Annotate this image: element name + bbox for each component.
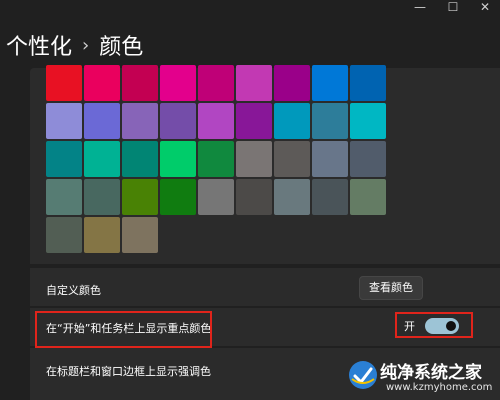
accent-toggle-group: 开: [404, 318, 459, 334]
maximize-button[interactable]: ☐: [438, 0, 468, 18]
watermark-title: 纯净系统之家: [380, 363, 482, 383]
color-swatch[interactable]: [198, 141, 234, 177]
color-swatch[interactable]: [46, 179, 82, 215]
color-swatch[interactable]: [122, 141, 158, 177]
color-swatch[interactable]: [350, 179, 386, 215]
color-swatch[interactable]: [350, 103, 386, 139]
custom-color-row: 自定义颜色: [30, 268, 500, 306]
color-swatch[interactable]: [84, 103, 120, 139]
watermark-url: www.kzmyhome.com: [386, 382, 493, 393]
color-swatch[interactable]: [236, 141, 272, 177]
color-swatch[interactable]: [312, 179, 348, 215]
color-swatch[interactable]: [122, 217, 158, 253]
accent-start-taskbar-toggle[interactable]: [425, 318, 459, 334]
accent-start-taskbar-label: 在“开始”和任务栏上显示重点颜色: [46, 322, 212, 335]
color-swatch[interactable]: [236, 103, 272, 139]
color-swatch[interactable]: [274, 103, 310, 139]
color-swatch[interactable]: [84, 179, 120, 215]
color-swatch[interactable]: [236, 65, 272, 101]
toggle-state-label: 开: [404, 320, 415, 333]
color-swatch[interactable]: [160, 141, 196, 177]
color-swatch[interactable]: [198, 179, 234, 215]
color-swatch[interactable]: [84, 65, 120, 101]
title-bar: — ☐ ✕: [0, 0, 500, 22]
color-swatch[interactable]: [350, 65, 386, 101]
toggle-knob: [446, 321, 456, 331]
breadcrumb-separator-icon: ›: [82, 34, 90, 56]
color-swatch[interactable]: [46, 217, 82, 253]
color-swatch[interactable]: [350, 141, 386, 177]
color-swatch[interactable]: [46, 141, 82, 177]
color-swatch[interactable]: [46, 65, 82, 101]
site-watermark: 纯净系统之家 www.kzmyhome.com: [348, 354, 500, 400]
color-swatch[interactable]: [274, 179, 310, 215]
color-swatch[interactable]: [122, 65, 158, 101]
color-swatch[interactable]: [236, 179, 272, 215]
color-swatch[interactable]: [46, 103, 82, 139]
color-swatch[interactable]: [312, 65, 348, 101]
close-button[interactable]: ✕: [470, 0, 500, 18]
color-swatch[interactable]: [160, 65, 196, 101]
color-swatch[interactable]: [198, 103, 234, 139]
custom-color-label: 自定义颜色: [46, 284, 101, 297]
breadcrumb: 个性化 › 颜色: [6, 28, 143, 62]
minimize-button[interactable]: —: [405, 0, 435, 18]
page-title: 颜色: [99, 35, 144, 60]
color-swatch[interactable]: [84, 141, 120, 177]
color-swatch[interactable]: [122, 179, 158, 215]
color-swatch[interactable]: [160, 179, 196, 215]
accent-title-bars-label: 在标题栏和窗口边框上显示强调色: [46, 365, 211, 378]
color-swatch[interactable]: [312, 141, 348, 177]
color-swatch[interactable]: [274, 141, 310, 177]
color-swatch-grid: [46, 65, 406, 255]
color-swatch[interactable]: [84, 217, 120, 253]
breadcrumb-parent[interactable]: 个性化: [6, 29, 72, 61]
color-swatch[interactable]: [274, 65, 310, 101]
color-swatch[interactable]: [122, 103, 158, 139]
view-colors-button[interactable]: 查看颜色: [359, 276, 423, 300]
color-swatch[interactable]: [160, 103, 196, 139]
watermark-logo-icon: [349, 361, 377, 389]
color-swatch[interactable]: [198, 65, 234, 101]
color-swatch[interactable]: [312, 103, 348, 139]
